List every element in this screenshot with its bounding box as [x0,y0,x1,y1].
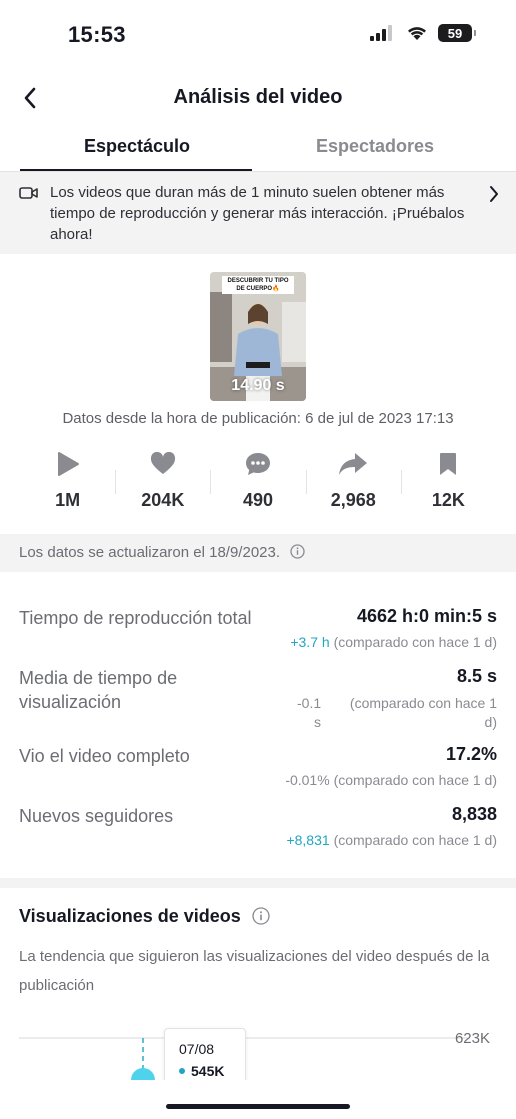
tooltip-date: 07/08 [179,1041,215,1057]
comment-icon [246,453,270,475]
stat-compare: (comparado con hace 1 d) [349,695,497,730]
stat-change: -0.1 s (comparado con hace 1 d) [297,694,497,732]
stat-label: Media de tiempo de visualización [19,668,178,712]
stat-compare: (comparado con hace 1 d) [333,772,497,788]
tip-banner[interactable]: Los videos que duran más de 1 minuto sue… [0,172,516,254]
video-camera-icon [19,187,38,199]
thumbnail-caption: DESCUBRIR TU TIPO DE CUERPO🔥 [222,276,294,294]
metric-comments: 490 [210,448,305,520]
status-icons: 59 [370,24,476,42]
metric-saves: 12K [400,448,496,520]
stat-delta: -0.1 s [297,695,322,730]
engagement-metrics: 1M 204K 490 2,968 12K [20,448,496,520]
video-duration: 14.90 s [231,377,285,394]
tab-espectaculo[interactable]: Espectáculo [84,136,190,157]
stat-compare: (comparado con hace 1 d) [333,634,497,650]
active-tab-indicator [20,169,252,171]
metric-value: 490 [242,490,274,510]
info-icon[interactable] [252,907,270,930]
metric-shares: 2,968 [305,448,401,520]
metric-value: 204K [141,490,185,510]
home-indicator[interactable] [166,1104,350,1109]
views-title-text: Visualizaciones de videos [19,906,241,926]
status-time: 15:53 [68,22,126,47]
metric-likes: 204K [115,448,210,520]
stat-label: Vio el video completo [19,746,190,766]
stat-compare: (comparado con hace 1 d) [333,832,497,848]
stat-label: Tiempo de reproducción total [19,608,252,628]
stat-value: 8,838 [451,804,497,824]
stat-avg-watch-time: Media de tiempo de visualización 8.5 s -… [19,666,497,730]
nav-header: Análisis del video [0,72,516,124]
y-axis-max-label: 623K [454,1030,490,1047]
tab-bar: Espectáculo Espectadores [0,126,516,172]
stat-total-watch-time: Tiempo de reproducción total 4662 h:0 mi… [19,606,497,656]
stat-delta: +8,831 [286,832,330,848]
stat-delta: -0.01% [285,772,330,788]
chart-tooltip: 07/08 545K [164,1028,246,1080]
section-divider [0,878,516,888]
stat-value: 17.2% [445,744,497,764]
battery-indicator: 59 [438,24,476,42]
metric-value: 12K [431,490,465,510]
heart-icon [150,452,175,474]
play-icon [57,452,79,476]
chart-canvas [19,1037,470,1080]
page-title: Análisis del video [173,86,343,108]
updated-text: Los datos se actualizaron el 18/9/2023. [19,544,281,561]
chevron-right-icon [490,186,498,202]
stat-change: +3.7 h (comparado con hace 1 d) [290,634,497,650]
views-section-description: La tendencia que siguieron las visualiza… [19,948,490,994]
stat-delta: +3.7 h [290,634,330,650]
banner-text: Los videos que duran más de 1 minuto sue… [50,184,465,243]
stat-value: 8.5 s [456,666,497,686]
share-icon [339,453,368,475]
metric-views: 1M [20,448,115,520]
wifi-icon [408,27,426,40]
bookmark-icon [440,453,457,475]
publish-date-text: Datos desde la hora de publicación: 6 de… [62,410,454,427]
info-icon[interactable] [290,544,305,563]
metric-value: 2,968 [330,490,376,510]
metric-value: 1M [55,490,81,510]
cellular-signal-icon [370,25,392,41]
series-dot [179,1068,185,1074]
stat-value: 4662 h:0 min:5 s [356,606,497,626]
tab-espectadores[interactable]: Espectadores [316,136,434,157]
status-bar: 15:53 59 [0,0,516,70]
data-updated-notice: Los datos se actualizaron el 18/9/2023. [0,534,516,572]
views-trend-chart[interactable]: 07/08 545K 623K [0,1020,516,1080]
stat-label: Nuevos seguidores [19,806,174,826]
views-section-title: Visualizaciones de videos [19,906,270,930]
stat-change: -0.01% (comparado con hace 1 d) [285,772,497,788]
chart-data-point [131,1068,155,1080]
stat-completion-rate: Vio el video completo 17.2% -0.01% (comp… [19,744,497,794]
video-thumbnail[interactable]: DESCUBRIR TU TIPO DE CUERPO🔥 14.90 s [210,272,306,401]
stat-new-followers: Nuevos seguidores 8,838 +8,831 (comparad… [19,804,497,854]
stat-change: +8,831 (comparado con hace 1 d) [286,832,497,848]
tooltip-value: 545K [179,1063,231,1079]
